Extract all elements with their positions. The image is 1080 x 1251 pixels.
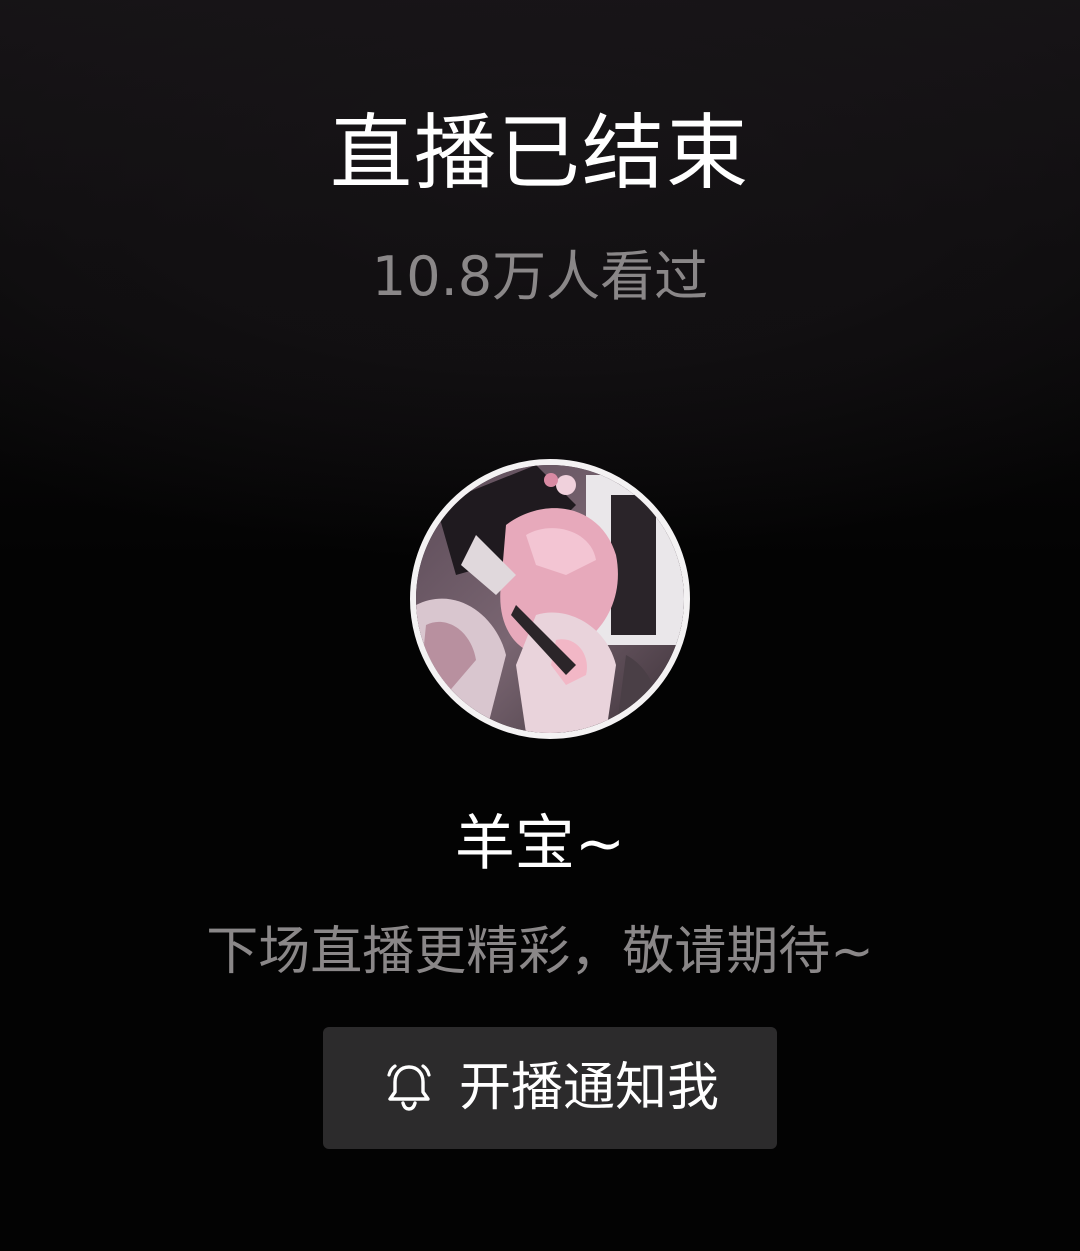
- next-stream-message: 下场直播更精彩，敬请期待~: [206, 922, 874, 982]
- streamer-nickname: 羊宝~: [454, 809, 626, 879]
- notify-me-button[interactable]: 开播通知我: [323, 1027, 777, 1149]
- bell-icon: [381, 1060, 437, 1116]
- avatar-image: [416, 465, 684, 733]
- live-ended-title: 直播已结束: [329, 106, 750, 201]
- streamer-avatar[interactable]: [410, 459, 690, 739]
- viewer-count: 10.8万人看过: [371, 245, 709, 308]
- notify-me-label: 开播通知我: [458, 1058, 719, 1118]
